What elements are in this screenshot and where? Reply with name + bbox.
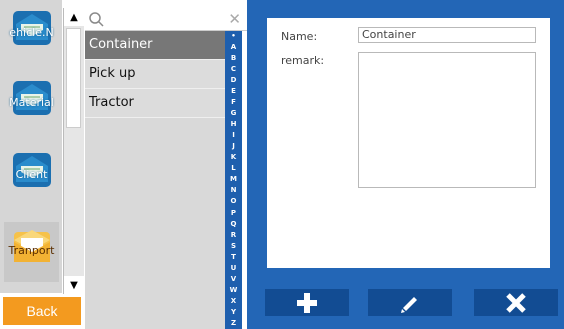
item-list: Container Pick up Tractor <box>85 31 225 329</box>
nav-item-transport[interactable]: Tranport <box>4 222 59 282</box>
nav-scrollbar[interactable]: ▲ ▼ <box>63 8 84 294</box>
remark-field[interactable] <box>358 52 536 188</box>
alpha-index-letter[interactable]: W <box>230 286 238 294</box>
alpha-index-letter[interactable]: G <box>231 110 237 117</box>
name-label: Name: <box>281 30 318 43</box>
alpha-index-letter[interactable]: Z <box>231 319 236 327</box>
nav-item-material[interactable]: Material <box>4 74 59 134</box>
name-field[interactable]: Container <box>358 27 536 43</box>
alpha-index-letter[interactable]: R <box>231 231 236 239</box>
nav-item-label: Material <box>9 96 54 109</box>
nav-item-client[interactable]: Client <box>4 146 59 206</box>
remark-label: remark: <box>281 54 325 67</box>
nav-item-label: Tranport <box>8 244 55 257</box>
alpha-index-letter[interactable]: Y <box>231 308 236 316</box>
delete-button[interactable] <box>474 289 558 316</box>
add-button[interactable] <box>265 289 349 316</box>
alpha-index-letter[interactable]: D <box>231 77 237 84</box>
alpha-index-letter[interactable]: X <box>231 297 236 305</box>
alpha-index-letter[interactable]: E <box>231 88 236 95</box>
alpha-index-letter[interactable]: A <box>231 44 236 51</box>
alphabet-index[interactable]: • A B C D E F G H I J K L M N O P Q R S T U V W X Y Z <box>225 31 242 329</box>
alpha-index-letter[interactable]: J <box>232 143 235 150</box>
alpha-index-letter[interactable]: Q <box>231 220 237 228</box>
alpha-index-letter[interactable]: • <box>231 33 235 40</box>
pencil-icon <box>401 296 417 313</box>
alpha-index-letter[interactable]: K <box>231 154 236 161</box>
alpha-index-letter[interactable]: L <box>231 165 235 172</box>
app-window: ehicle.N Material Client Tranport ▲ ▼ Ba… <box>0 0 564 329</box>
list-item-container[interactable]: Container <box>85 31 225 60</box>
alpha-index-letter[interactable]: S <box>231 242 236 250</box>
alpha-index-letter[interactable]: B <box>231 55 236 62</box>
detail-form: Name: Container remark: <box>267 18 550 268</box>
nav-item-label: Client <box>15 168 48 181</box>
clear-search-icon[interactable]: ✕ <box>228 10 241 28</box>
plus-icon <box>297 292 317 313</box>
alpha-index-letter[interactable]: C <box>231 66 236 73</box>
close-icon <box>506 292 526 313</box>
alpha-index-letter[interactable]: U <box>231 264 237 272</box>
detail-panel: Name: Container remark: <box>247 0 564 329</box>
scroll-down-arrow-icon[interactable]: ▼ <box>64 276 84 294</box>
search-box: ✕ <box>85 8 247 31</box>
search-icon <box>89 12 104 27</box>
alpha-index-letter[interactable]: I <box>232 132 235 139</box>
nav-item-label: ehicle.N <box>9 26 54 39</box>
scroll-thumb[interactable] <box>66 28 81 128</box>
back-button[interactable]: Back <box>3 297 81 325</box>
navigation-rail: ehicle.N Material Client Tranport <box>0 0 62 293</box>
alpha-index-letter[interactable]: V <box>231 275 236 283</box>
edit-button[interactable] <box>368 289 452 316</box>
alpha-index-letter[interactable]: F <box>231 99 236 106</box>
list-item-pick-up[interactable]: Pick up <box>85 60 225 89</box>
alpha-index-letter[interactable]: H <box>231 121 237 128</box>
alpha-index-letter[interactable]: P <box>231 209 236 217</box>
alpha-index-letter[interactable]: T <box>231 253 236 261</box>
scroll-up-arrow-icon[interactable]: ▲ <box>64 8 84 26</box>
alpha-index-letter[interactable]: M <box>230 176 237 183</box>
search-input[interactable] <box>107 10 223 30</box>
alpha-index-letter[interactable]: N <box>231 187 237 194</box>
alpha-index-letter[interactable]: O <box>231 198 237 205</box>
nav-item-vehicle[interactable]: ehicle.N <box>4 4 59 64</box>
list-item-tractor[interactable]: Tractor <box>85 89 225 118</box>
